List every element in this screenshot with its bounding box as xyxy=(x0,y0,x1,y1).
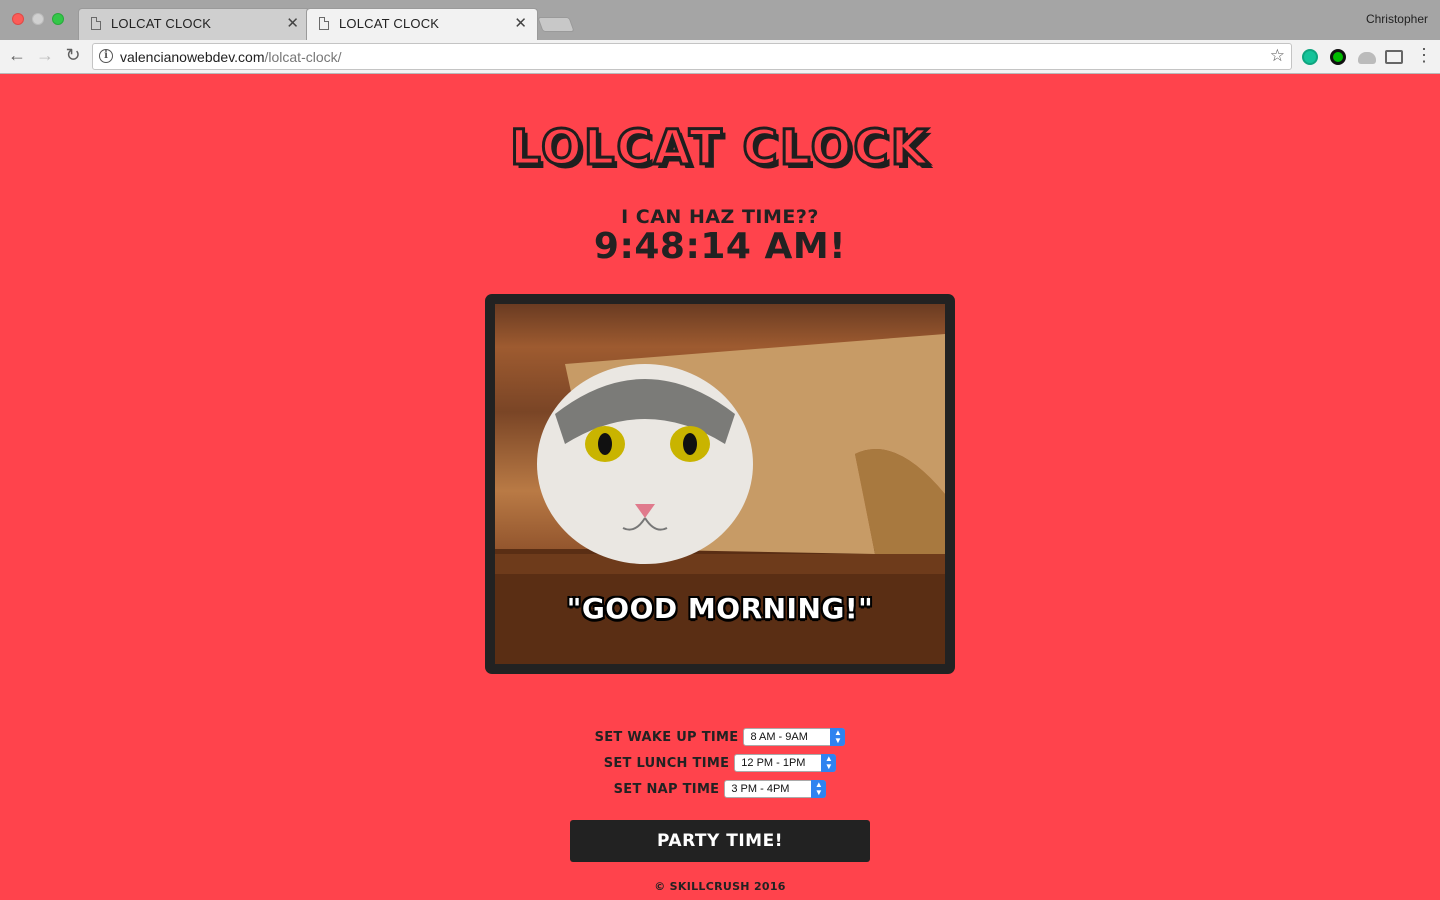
tab-close-icon[interactable]: ✕ xyxy=(286,14,299,32)
image-caption: "GOOD MORNING!" xyxy=(566,592,874,625)
nap-time-row: SET NAP TIME 3 PM - 4PM ▲ ▼ xyxy=(0,776,1440,802)
browser-menu-icon[interactable]: ⋮ xyxy=(1415,45,1433,66)
browser-tab-strip: LOLCAT CLOCK ✕ LOLCAT CLOCK ✕ Christophe… xyxy=(0,0,1440,40)
lunch-time-row: SET LUNCH TIME 12 PM - 1PM ▲ ▼ xyxy=(0,750,1440,776)
page-content: LOLCAT CLOCK I CAN HAZ TIME?? 9:48:14 AM… xyxy=(0,74,1440,900)
footer-copyright: © SKILLCRUSH 2016 xyxy=(654,880,786,893)
forward-arrow-icon[interactable]: → xyxy=(34,45,56,66)
lolcat-image: "GOOD MORNING!" xyxy=(495,304,945,664)
info-icon[interactable]: i xyxy=(99,49,113,63)
select-arrows-icon: ▲ ▼ xyxy=(821,754,837,772)
lolcat-image-frame: "GOOD MORNING!" xyxy=(485,294,955,674)
reload-icon[interactable]: ↻ xyxy=(62,45,84,66)
nap-time-label: SET NAP TIME xyxy=(613,781,720,797)
url-path: /lolcat-clock/ xyxy=(264,49,342,65)
address-bar[interactable]: i valencianowebdev.com/lolcat-clock/ ☆ xyxy=(92,43,1292,70)
page-icon xyxy=(319,17,329,30)
nap-time-value: 3 PM - 4PM xyxy=(731,783,790,795)
tab-title: LOLCAT CLOCK xyxy=(111,16,212,31)
wake-time-label: SET WAKE UP TIME xyxy=(594,729,739,745)
window-minimize-button[interactable] xyxy=(32,13,44,25)
window-close-button[interactable] xyxy=(12,13,24,25)
party-time-button[interactable]: PARTY TIME! xyxy=(570,820,870,862)
url-text[interactable]: valencianowebdev.com/lolcat-clock/ xyxy=(120,49,342,65)
clock-display: 9:48:14 AM! xyxy=(593,226,847,267)
cast-icon[interactable] xyxy=(1385,50,1403,64)
tab-close-icon[interactable]: ✕ xyxy=(514,14,527,32)
nap-time-select[interactable]: 3 PM - 4PM ▲ ▼ xyxy=(724,780,827,798)
page-title: LOLCAT CLOCK xyxy=(509,119,930,178)
time-settings: SET WAKE UP TIME 8 AM - 9AM ▲ ▼ SET LUNCH… xyxy=(0,724,1440,802)
green-extension-icon[interactable] xyxy=(1330,49,1346,65)
wake-time-select[interactable]: 8 AM - 9AM ▲ ▼ xyxy=(743,728,846,746)
tagline: I CAN HAZ TIME?? xyxy=(621,206,819,228)
browser-toolbar: ← → ↻ i valencianowebdev.com/lolcat-cloc… xyxy=(0,40,1440,74)
lunch-time-select[interactable]: 12 PM - 1PM ▲ ▼ xyxy=(734,754,837,772)
wake-time-row: SET WAKE UP TIME 8 AM - 9AM ▲ ▼ xyxy=(0,724,1440,750)
page-icon xyxy=(91,17,101,30)
tab-title: LOLCAT CLOCK xyxy=(339,16,440,31)
select-arrows-icon: ▲ ▼ xyxy=(811,780,827,798)
url-host: valencianowebdev.com xyxy=(120,49,265,65)
browser-tab-1[interactable]: LOLCAT CLOCK ✕ xyxy=(78,8,310,40)
lunch-time-label: SET LUNCH TIME xyxy=(603,755,730,771)
wake-time-value: 8 AM - 9AM xyxy=(750,731,808,743)
grammarly-extension-icon[interactable] xyxy=(1302,49,1318,65)
lunch-time-value: 12 PM - 1PM xyxy=(741,757,806,769)
select-arrows-icon: ▲ ▼ xyxy=(830,728,846,746)
cloud-extension-icon[interactable] xyxy=(1358,52,1376,64)
window-maximize-button[interactable] xyxy=(52,13,64,25)
browser-tab-2[interactable]: LOLCAT CLOCK ✕ xyxy=(306,8,538,40)
new-tab-button[interactable] xyxy=(537,17,575,32)
profile-name[interactable]: Christopher xyxy=(1366,12,1428,26)
bookmark-star-icon[interactable]: ☆ xyxy=(1270,46,1285,66)
back-arrow-icon[interactable]: ← xyxy=(6,45,28,66)
